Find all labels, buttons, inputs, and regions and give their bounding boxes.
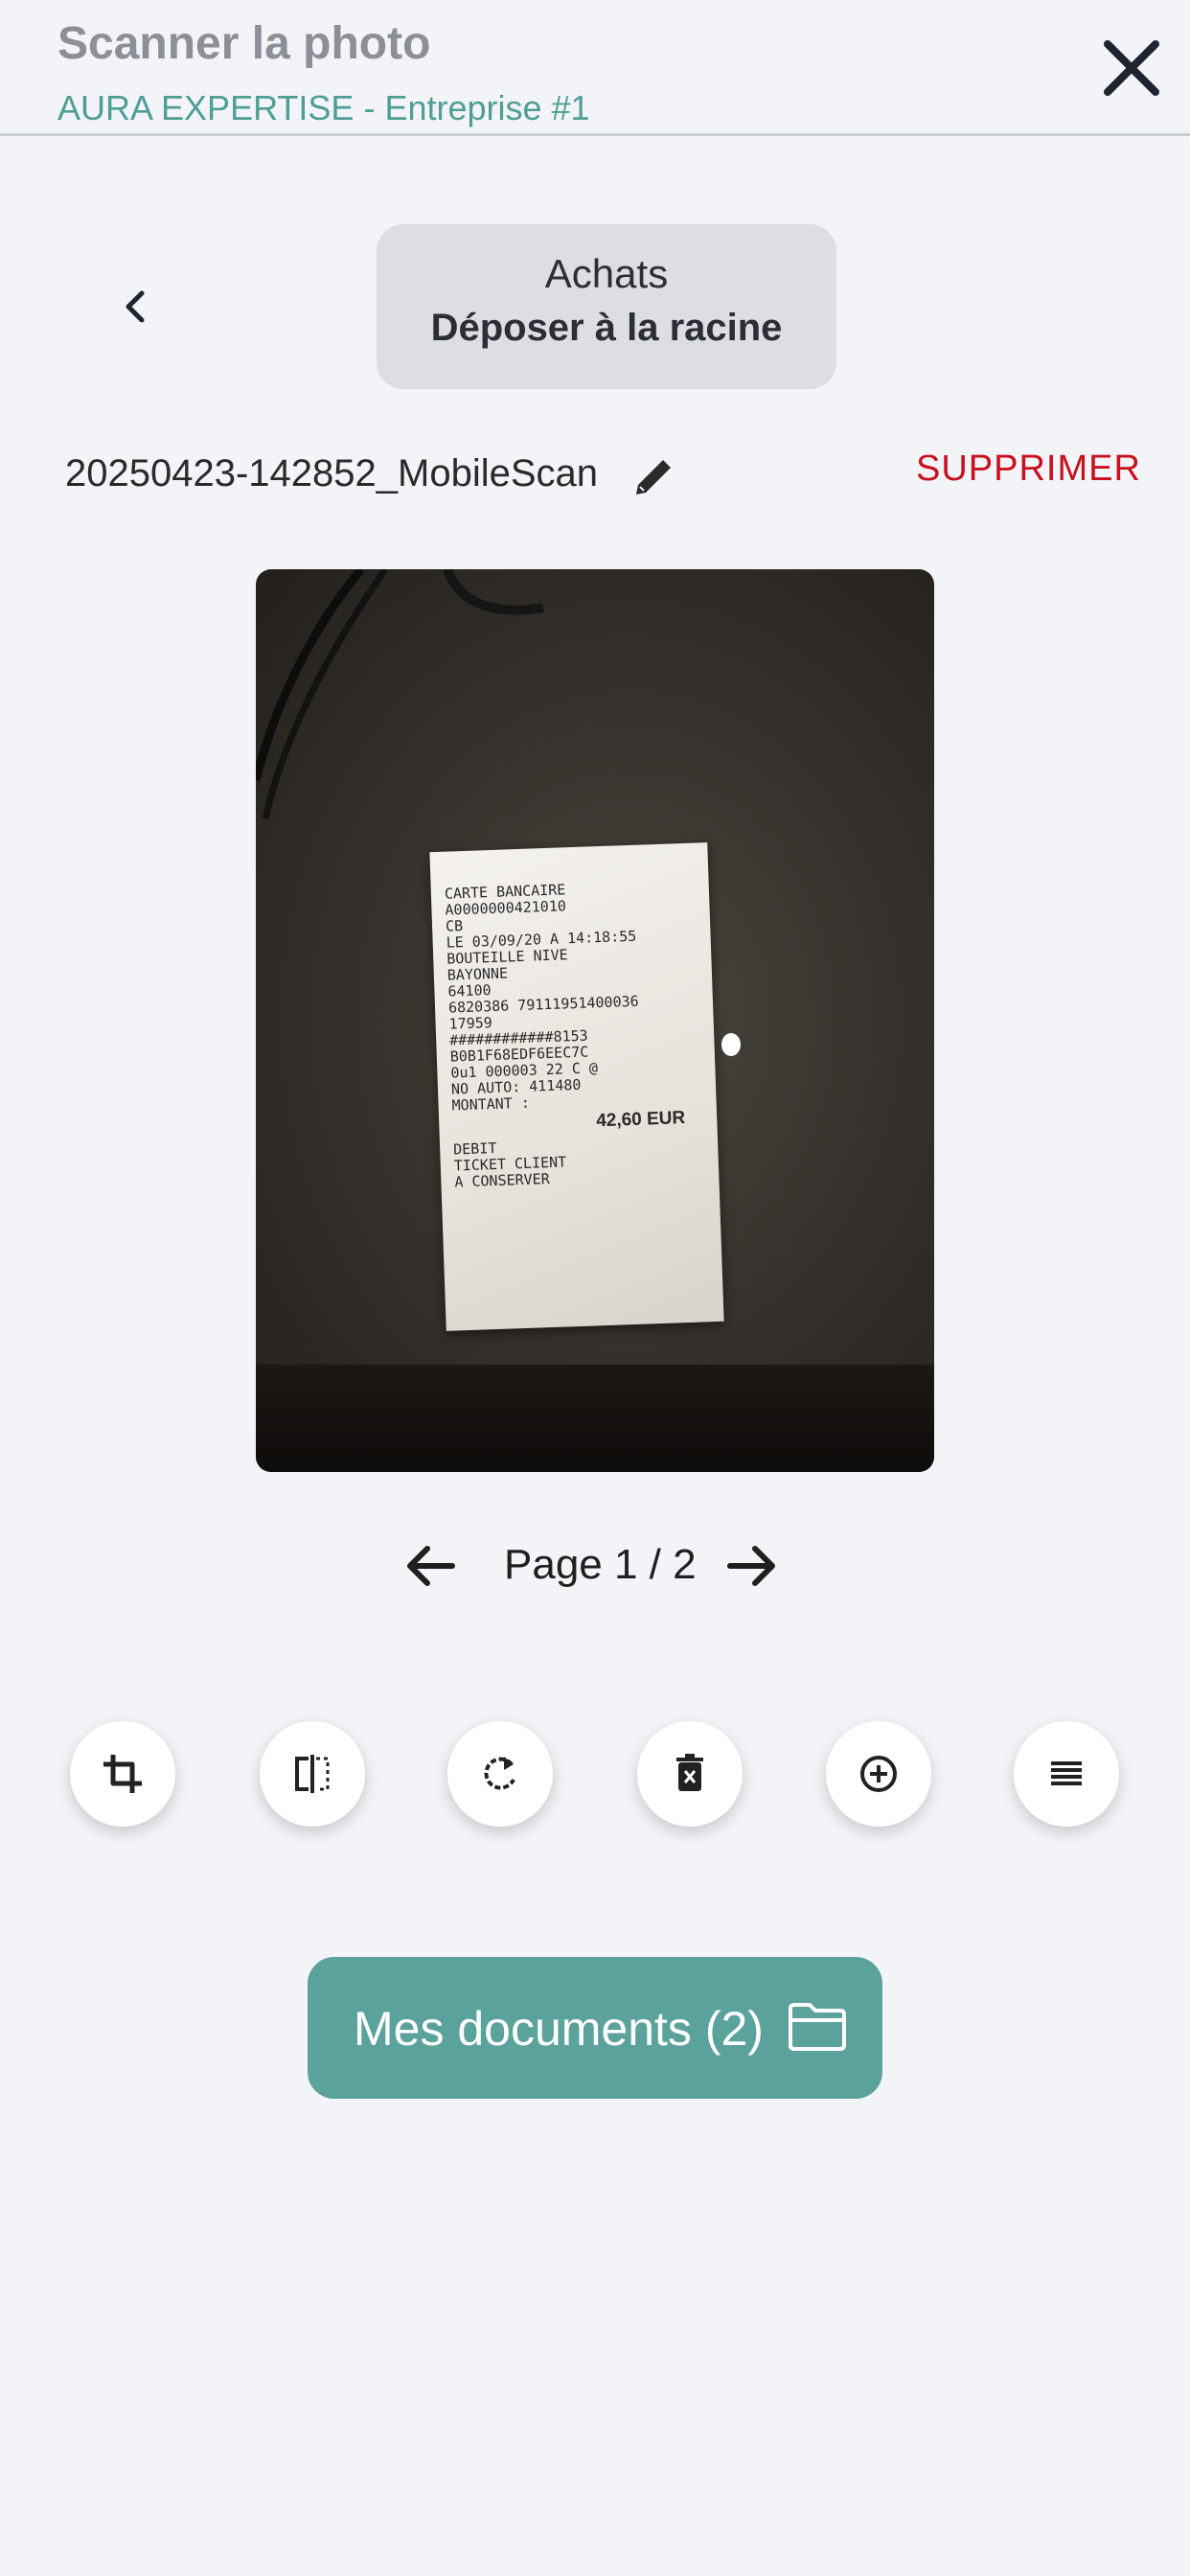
reorder-icon: [1051, 1761, 1082, 1785]
light-reflection: [721, 1033, 741, 1056]
crop-button[interactable]: [70, 1721, 175, 1827]
receipt-amount: 42,60 EUR: [595, 1108, 686, 1132]
arrow-right-icon: [727, 1546, 775, 1586]
close-icon: [1104, 40, 1159, 96]
rotate-icon: [484, 1757, 515, 1790]
document-filename: 20250423-142852_MobileScan: [65, 452, 599, 494]
previous-page-button[interactable]: [402, 1537, 460, 1595]
rotate-button[interactable]: [447, 1721, 553, 1827]
flip-icon: [295, 1755, 330, 1793]
header: Scanner la photo AURA EXPERTISE - Entrep…: [0, 0, 1190, 136]
add-page-button[interactable]: [826, 1721, 931, 1827]
shadow-area: [256, 1365, 934, 1472]
back-button[interactable]: [107, 278, 165, 335]
arrow-left-icon: [407, 1546, 455, 1586]
add-page-icon: [860, 1756, 897, 1792]
reorder-button[interactable]: [1014, 1721, 1119, 1827]
edit-filename-button[interactable]: [630, 454, 676, 500]
chevron-left-icon: [126, 290, 145, 323]
page-indicator: Page 1 / 2: [504, 1541, 697, 1588]
destination-selector[interactable]: Achats Déposer à la racine: [377, 224, 836, 389]
delete-document-link[interactable]: SUPPRIMER: [916, 448, 1141, 490]
my-documents-label: Mes documents (2): [354, 2002, 764, 2056]
page-navigator: Page 1 / 2: [402, 1533, 786, 1597]
folder-icon: [789, 2003, 846, 2051]
delete-page-button[interactable]: [637, 1721, 743, 1827]
crop-icon: [103, 1755, 142, 1793]
delete-page-icon: [676, 1754, 703, 1791]
next-page-button[interactable]: [722, 1537, 780, 1595]
receipt: CARTE BANCAIRE A0000000421010 CB LE 03/0…: [429, 842, 724, 1331]
page-title: Scanner la photo: [57, 18, 431, 69]
flip-button[interactable]: [260, 1721, 365, 1827]
destination-folder: Déposer à la racine: [430, 307, 783, 349]
scanned-photo: CARTE BANCAIRE A0000000421010 CB LE 03/0…: [256, 569, 934, 1472]
my-documents-button[interactable]: Mes documents (2): [308, 1957, 882, 2099]
close-button[interactable]: [1100, 36, 1163, 100]
pencil-icon: [636, 460, 671, 494]
company-subtitle: AURA EXPERTISE - Entreprise #1: [57, 88, 590, 127]
destination-category: Achats: [544, 251, 669, 296]
